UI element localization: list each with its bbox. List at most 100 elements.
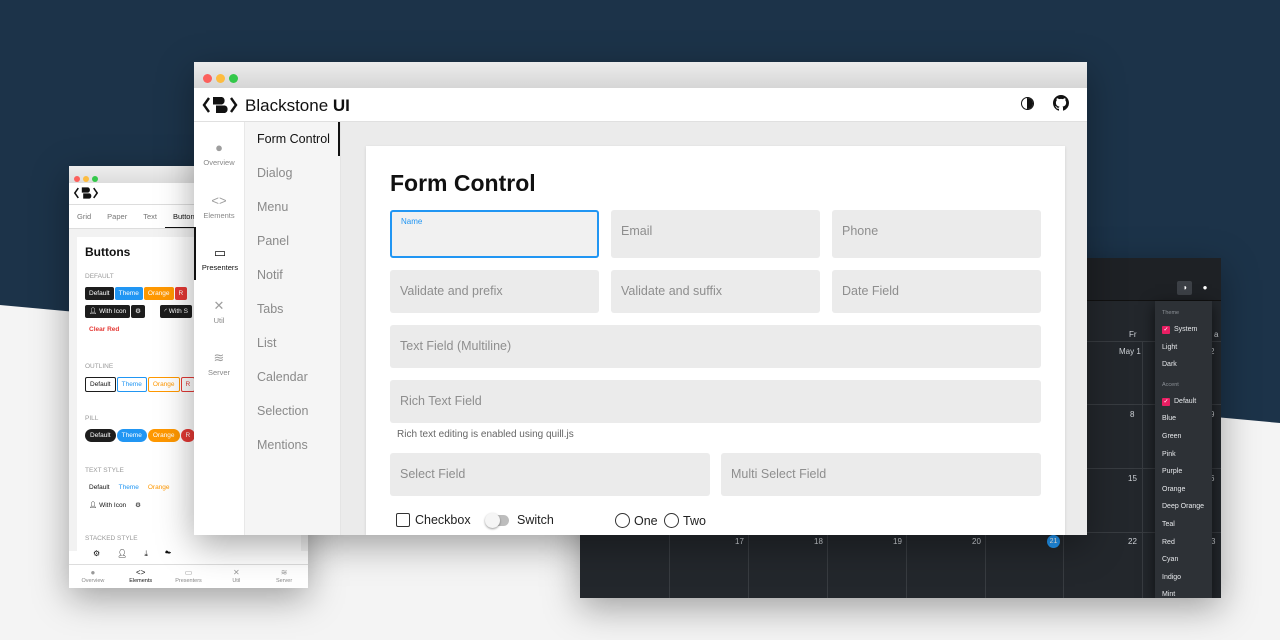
multiline-text-field[interactable]: Text Field (Multiline): [390, 325, 1041, 368]
minimize-dot[interactable]: [83, 176, 89, 182]
menu-item-red[interactable]: Red: [1162, 534, 1212, 552]
menu-item-orange[interactable]: Orange: [1162, 481, 1212, 499]
tab-paper[interactable]: Paper: [99, 212, 135, 221]
bottom-nav-presenters[interactable]: ▭ Presenters: [165, 565, 213, 588]
tab-grid[interactable]: Grid: [69, 212, 99, 221]
github-icon[interactable]: [1053, 95, 1069, 111]
rail-item-presenters[interactable]: ▭ Presenters: [194, 227, 244, 280]
menu-item-purple[interactable]: Purple: [1162, 463, 1212, 481]
select-field[interactable]: Select Field: [390, 453, 710, 496]
bottom-nav-elements[interactable]: <> Elements: [117, 565, 165, 588]
menu-item-green[interactable]: Green: [1162, 428, 1212, 446]
nav-item-panel[interactable]: Panel: [245, 224, 340, 258]
bottom-nav-server[interactable]: ≋ Server: [260, 565, 308, 588]
red-button[interactable]: R: [174, 287, 188, 300]
pill-theme-button[interactable]: Theme: [116, 429, 147, 442]
rich-text-field[interactable]: Rich Text Field: [390, 380, 1041, 423]
phone-field[interactable]: Phone: [832, 210, 1041, 258]
text-gear-button[interactable]: ⚙: [131, 499, 145, 512]
gear-icon[interactable]: ⚙: [93, 549, 117, 558]
nav-item-mentions[interactable]: Mentions: [245, 428, 340, 462]
outline-orange-button[interactable]: Orange: [147, 377, 180, 392]
menu-item-light[interactable]: Light: [1162, 339, 1212, 357]
validate-suffix-field[interactable]: Validate and suffix: [611, 270, 820, 313]
theme-toggle-icon[interactable]: [1021, 97, 1034, 110]
text-orange-button[interactable]: Orange: [144, 481, 174, 494]
day-cell-15[interactable]: 15: [1128, 474, 1137, 483]
pill-orange-button[interactable]: Orange: [147, 429, 180, 442]
bottom-nav-overview[interactable]: ● Overview: [69, 565, 117, 588]
pill-default-button[interactable]: Default: [85, 429, 116, 442]
nav-item-notif[interactable]: Notif: [245, 258, 340, 292]
menu-item-pink[interactable]: Pink: [1162, 446, 1212, 464]
dark-theme-toggle-icon[interactable]: ◑: [1177, 281, 1192, 295]
rail-label: Util: [213, 315, 225, 325]
close-dot[interactable]: [74, 176, 80, 182]
radio-two[interactable]: Two: [664, 513, 706, 528]
day-cell-may1[interactable]: May 1: [1119, 347, 1141, 356]
email-field[interactable]: Email: [611, 210, 820, 258]
nav-item-list[interactable]: List: [245, 326, 340, 360]
menu-item-dark[interactable]: Dark: [1162, 356, 1212, 374]
nav-item-menu[interactable]: Menu: [245, 190, 340, 224]
nav-item-calendar[interactable]: Calendar: [245, 360, 340, 394]
multi-select-field[interactable]: Multi Select Field: [721, 453, 1041, 496]
bottom-nav-util[interactable]: ✕ Util: [212, 565, 260, 588]
user-icon[interactable]: 👤︎: [117, 549, 144, 558]
bottom-nav: ● Overview <> Elements ▭ Presenters ✕ Util ≋…: [69, 564, 308, 588]
close-dot[interactable]: [203, 74, 212, 83]
text-with-icon-button[interactable]: 👤︎ With Icon: [85, 499, 130, 512]
nav-item-dialog[interactable]: Dialog: [245, 156, 340, 190]
zoom-dot[interactable]: [92, 176, 98, 182]
switch-control[interactable]: Switch: [485, 512, 554, 528]
name-field[interactable]: Name: [390, 210, 599, 258]
nav-item-tabs[interactable]: Tabs: [245, 292, 340, 326]
menu-item-deep-orange[interactable]: Deep Orange: [1162, 498, 1212, 516]
rail-item-overview[interactable]: ● Overview: [194, 122, 244, 175]
minimize-dot[interactable]: [216, 74, 225, 83]
menu-item-teal[interactable]: Teal: [1162, 516, 1212, 534]
with-icon-button[interactable]: 👤︎ With Icon: [85, 305, 131, 318]
day-cell-20[interactable]: 20: [972, 537, 981, 546]
with-s-button[interactable]: ◜ With S: [160, 305, 192, 318]
cloud-upload-icon[interactable]: ☁: [165, 549, 188, 558]
day-cell-8[interactable]: 8: [1130, 410, 1134, 419]
text-default-button[interactable]: Default: [85, 481, 114, 494]
menu-item-mint[interactable]: Mint: [1162, 586, 1212, 598]
rail-item-util[interactable]: ✕ Util: [194, 280, 244, 333]
dark-github-icon[interactable]: ●: [1198, 281, 1212, 295]
menu-item-indigo[interactable]: Indigo: [1162, 569, 1212, 587]
theme-button[interactable]: Theme: [114, 287, 143, 300]
nav-item-selection[interactable]: Selection: [245, 394, 340, 428]
day-cell-18[interactable]: 18: [814, 537, 823, 546]
checkbox-box[interactable]: [396, 513, 410, 527]
zoom-dot[interactable]: [229, 74, 238, 83]
clear-red-button[interactable]: Clear Red: [85, 323, 123, 336]
nav-item-form-control[interactable]: Form Control: [245, 122, 340, 156]
day-cell-17[interactable]: 17: [735, 537, 744, 546]
radio-one[interactable]: One: [615, 513, 658, 528]
day-cell-21-today[interactable]: 21: [1047, 535, 1060, 548]
menu-item-default[interactable]: ✓ Default: [1162, 393, 1212, 411]
default-button[interactable]: Default: [85, 287, 114, 300]
date-field[interactable]: Date Field: [832, 270, 1041, 313]
radio-circle[interactable]: [664, 513, 679, 528]
gear-icon-button[interactable]: ⚙: [131, 305, 145, 318]
outline-default-button[interactable]: Default: [85, 377, 116, 392]
switch-toggle[interactable]: [485, 512, 509, 528]
menu-item-blue[interactable]: Blue: [1162, 410, 1212, 428]
validate-prefix-field[interactable]: Validate and prefix: [390, 270, 599, 313]
menu-item-system[interactable]: ✓ System: [1162, 321, 1212, 339]
outline-theme-button[interactable]: Theme: [116, 377, 147, 392]
checkbox-control[interactable]: Checkbox: [396, 513, 471, 527]
rail-item-elements[interactable]: <> Elements: [194, 175, 244, 228]
day-cell-19[interactable]: 19: [893, 537, 902, 546]
download-icon[interactable]: ⤓: [144, 549, 165, 558]
radio-circle[interactable]: [615, 513, 630, 528]
day-cell-22[interactable]: 22: [1128, 537, 1137, 546]
orange-button[interactable]: Orange: [143, 287, 174, 300]
tab-text[interactable]: Text: [135, 212, 165, 221]
text-theme-button[interactable]: Theme: [115, 481, 143, 494]
menu-item-cyan[interactable]: Cyan: [1162, 551, 1212, 569]
rail-item-server[interactable]: ≋ Server: [194, 332, 244, 385]
